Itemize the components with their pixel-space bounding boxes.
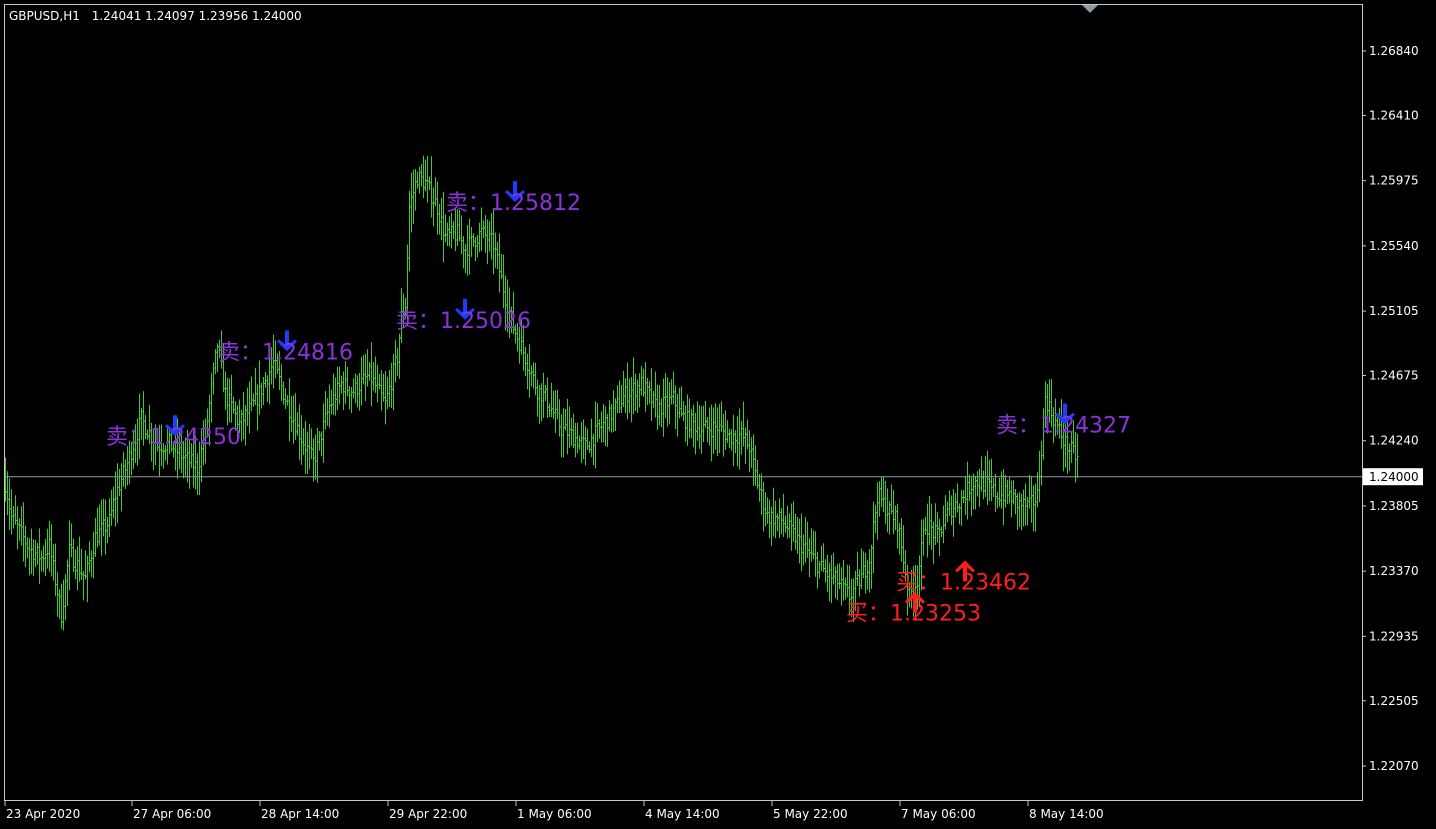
ohlc-values: 1.24041 1.24097 1.23956 1.24000	[92, 9, 302, 23]
buy-signal-label: 买：1.23253	[846, 602, 981, 627]
x-tick-label: 23 Apr 2020	[6, 807, 80, 821]
symbol-timeframe: GBPUSD,H1	[9, 9, 80, 23]
y-tick-label: 1.26840	[1369, 44, 1419, 58]
y-tick-label: 1.22505	[1369, 694, 1419, 708]
y-tick-label: 1.23805	[1369, 499, 1419, 513]
y-tick-label: 1.26410	[1369, 108, 1419, 122]
x-tick-label: 29 Apr 22:00	[389, 807, 467, 821]
x-tick-label: 4 May 14:00	[645, 807, 720, 821]
x-tick-label: 7 May 06:00	[901, 807, 976, 821]
current-price-label: 1.24000	[1369, 470, 1419, 484]
sell-signal-label: 卖：1.25026	[396, 309, 531, 334]
y-tick-label: 1.22070	[1369, 759, 1419, 773]
y-tick-label: 1.23370	[1369, 564, 1419, 578]
x-tick-label: 5 May 22:00	[773, 807, 848, 821]
x-tick-label: 27 Apr 06:00	[133, 807, 211, 821]
sell-signal-label: 卖：1.24250	[106, 425, 241, 450]
buy-signal-label: 买：1.23462	[896, 570, 1031, 595]
y-tick-label: 1.24675	[1369, 369, 1419, 383]
sell-signal-label: 卖：1.24816	[218, 340, 353, 365]
current-price-marker: 1.24000	[1363, 468, 1423, 486]
y-tick-label: 1.25105	[1369, 304, 1419, 318]
x-tick-label: 28 Apr 14:00	[261, 807, 339, 821]
y-tick-label: 1.24240	[1369, 434, 1419, 448]
x-tick-label: 1 May 06:00	[517, 807, 592, 821]
y-tick-label: 1.22935	[1369, 629, 1419, 643]
y-tick-label: 1.25975	[1369, 174, 1419, 188]
sell-signal-label: 卖：1.24327	[996, 414, 1131, 439]
x-tick-label: 8 May 14:00	[1029, 807, 1104, 821]
sell-signal-label: 卖：1.25812	[446, 191, 581, 216]
y-tick-label: 1.25540	[1369, 239, 1419, 253]
symbol-header: GBPUSD,H1 1.24041 1.24097 1.23956 1.2400…	[9, 9, 302, 23]
price-chart[interactable]: 卖：1.24250 卖：1.24816 卖：1.25026 卖：1.25812 买：1.…	[0, 0, 1436, 829]
